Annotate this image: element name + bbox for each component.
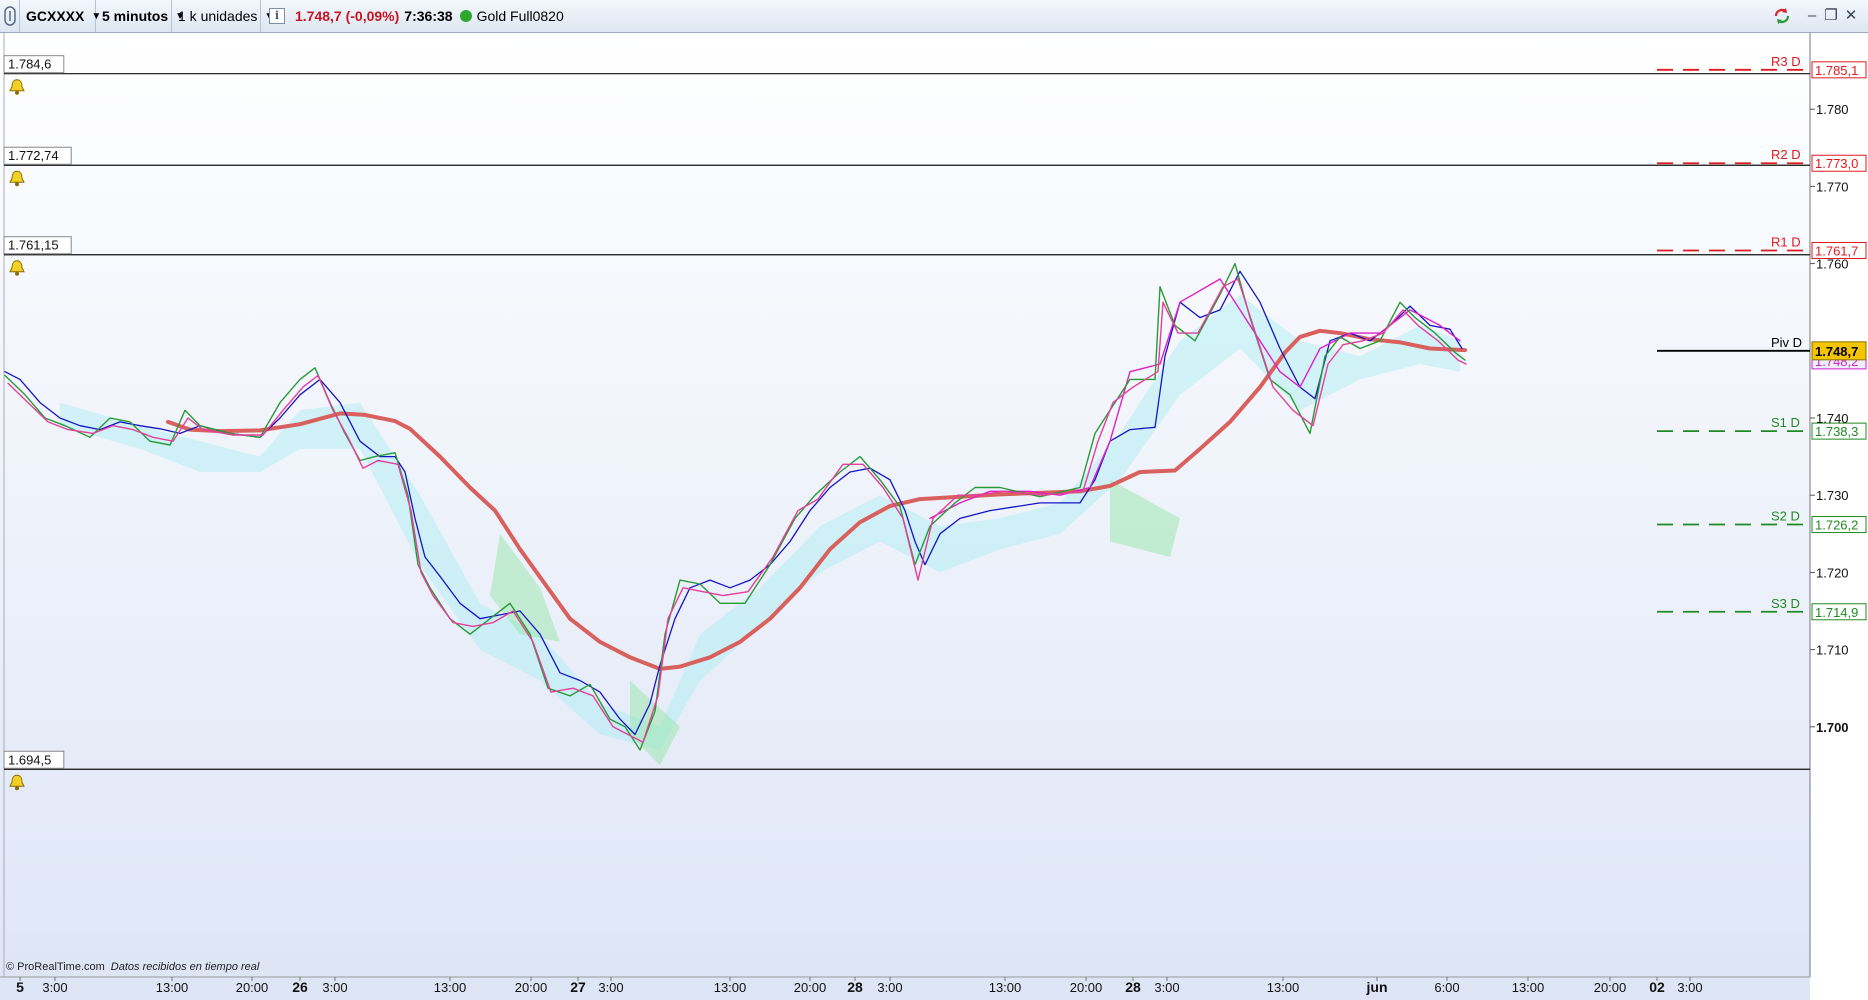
bell-clapper [15, 271, 19, 276]
quote-time: 7:36:38 [404, 8, 453, 24]
pivot-name: Piv D [1771, 335, 1802, 350]
units-label: 1 k unidades [178, 8, 258, 24]
instrument-name: Gold Full0820 [476, 8, 564, 24]
alert-label: 1.784,6 [8, 57, 51, 72]
x-tick-label: 13:00 [1512, 980, 1545, 995]
y-tick-label: 1.760 [1816, 257, 1849, 272]
x-tick-label: 13:00 [434, 980, 467, 995]
x-tick-label: 3:00 [322, 980, 347, 995]
symbol-selector[interactable]: GCXXXX ▼ [20, 0, 101, 32]
units-selector[interactable]: 1 k unidades▼ [172, 0, 274, 32]
symbol-label: GCXXXX [26, 8, 85, 24]
x-tick-label: 13:00 [714, 980, 747, 995]
minimize-icon[interactable]: – [1803, 6, 1821, 26]
y-tick-label: 1.780 [1816, 102, 1849, 117]
pivot-price-label: 1.714,9 [1815, 605, 1858, 620]
x-tick-label: 20:00 [1070, 980, 1103, 995]
app-window: GCXXXX▼ 5 minutos▼ 1 k unidades▼ i 1.748… [0, 0, 1868, 1000]
y-tick-label: 1.770 [1816, 179, 1849, 194]
x-tick-label: 3:00 [598, 980, 623, 995]
x-tick-label: 3:00 [1677, 980, 1702, 995]
bell-clapper [15, 182, 19, 187]
timeframe-selector[interactable]: 5 minutos ▼ [96, 0, 185, 32]
x-tick-label: 28 [847, 979, 863, 995]
pivot-name: S3 D [1771, 596, 1800, 611]
x-tick-label: 3:00 [1154, 980, 1179, 995]
x-tick-label: 13:00 [156, 980, 189, 995]
x-tick-label: 28 [1125, 979, 1141, 995]
x-tick-label: 3:00 [877, 980, 902, 995]
alert-label: 1.761,15 [8, 238, 59, 253]
x-tick-label: 20:00 [794, 980, 827, 995]
chart-toolbar: GCXXXX▼ 5 minutos▼ 1 k unidades▼ i 1.748… [0, 0, 1868, 33]
pivot-price-label: 1.773,0 [1815, 156, 1858, 171]
price-change: 1.748,7 (-0,09%) [295, 8, 400, 24]
x-tick-label: 02 [1649, 979, 1665, 995]
x-tick-label: 26 [292, 979, 308, 995]
pivot-name: R2 D [1771, 147, 1801, 162]
pivot-price-label: 1.738,3 [1815, 424, 1858, 439]
y-tick-label: 1.710 [1816, 643, 1849, 658]
y-tick-label: 1.740 [1816, 411, 1849, 426]
x-tick-label: 20:00 [1594, 980, 1627, 995]
y-tick-label: 1.720 [1816, 565, 1849, 580]
current-price-label: 1.748,7 [1815, 344, 1858, 359]
pivot-price-label: 1.785,1 [1815, 63, 1858, 78]
y-tick-label: 1.730 [1816, 488, 1849, 503]
refresh-icon[interactable] [1772, 6, 1790, 26]
x-tick-label: 20:00 [236, 980, 269, 995]
x-tick-label: 6:00 [1434, 980, 1459, 995]
pivot-price-label: 1.726,2 [1815, 518, 1858, 533]
price-chart[interactable]: 1.784,6 1.772,74 1.761,15 1.694,5 R3 D 1.785… [0, 33, 1868, 1000]
pivot-name: R3 D [1771, 54, 1801, 69]
x-tick-label: 27 [570, 979, 586, 995]
x-tick-label: 13:00 [989, 980, 1022, 995]
credit-source: © ProRealTime.com [6, 961, 105, 973]
pivot-name: R1 D [1771, 234, 1801, 249]
bell-clapper [15, 90, 19, 95]
x-tick-label: 13:00 [1267, 980, 1300, 995]
quote-info: i 1.748,7 (-0,09%) 7:36:38 Gold Full0820 [261, 0, 661, 32]
x-tick-label: 5 [16, 979, 24, 995]
settings-icon[interactable] [0, 0, 20, 32]
status-dot [459, 10, 472, 22]
data-credit: © ProRealTime.com Datos recibidos en tiem… [6, 961, 259, 973]
y-tick-label: 1.700 [1816, 720, 1849, 735]
timeframe-label: 5 minutos [102, 8, 169, 24]
x-tick-label: 20:00 [515, 980, 548, 995]
pivot-name: S1 D [1771, 415, 1800, 430]
x-tick-label: jun [1366, 979, 1388, 995]
restore-icon[interactable]: ❐ [1822, 6, 1840, 26]
pivot-name: S2 D [1771, 509, 1800, 524]
close-icon[interactable]: ✕ [1842, 6, 1860, 26]
bell-clapper [15, 786, 19, 791]
alert-label: 1.694,5 [8, 752, 51, 767]
x-tick-label: 3:00 [42, 980, 67, 995]
info-icon[interactable]: i [269, 8, 285, 24]
alert-label: 1.772,74 [8, 148, 59, 163]
credit-note: Datos recibidos en tiempo real [110, 961, 260, 973]
